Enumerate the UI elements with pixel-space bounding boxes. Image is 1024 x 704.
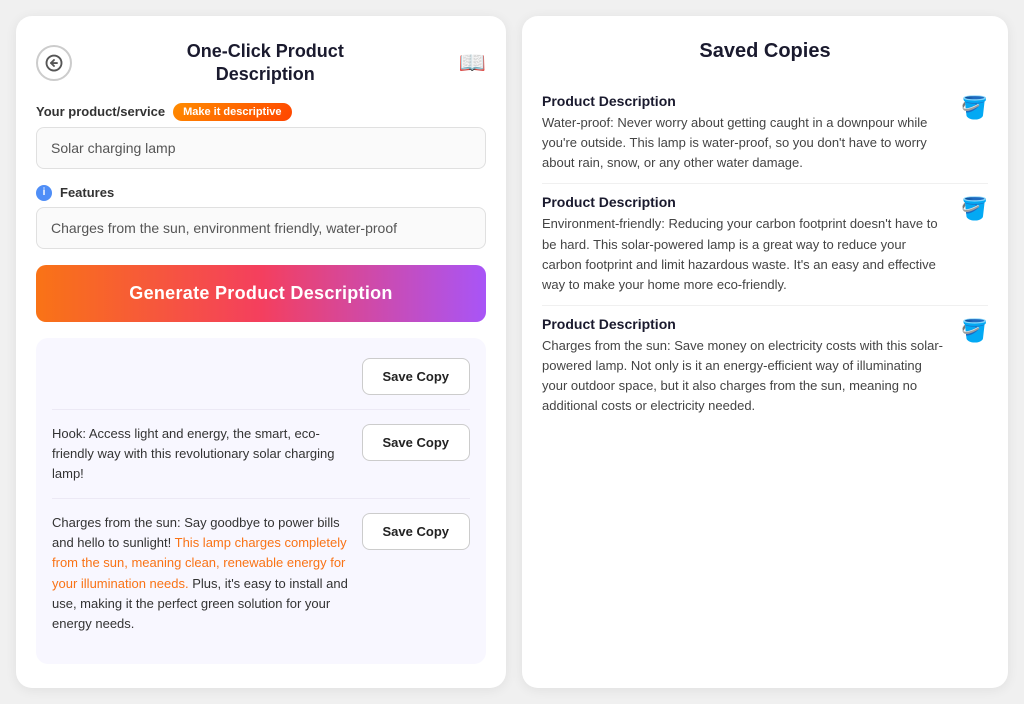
save-copy-button-2[interactable]: Save Copy — [362, 513, 470, 550]
result-row-top: Save Copy — [52, 354, 470, 410]
features-input[interactable] — [36, 207, 486, 249]
left-panel: One-Click Product Description 📖 Your pro… — [16, 16, 506, 688]
app-container: One-Click Product Description 📖 Your pro… — [16, 16, 1008, 688]
saved-copies-list: Product Description Water-proof: Never w… — [542, 83, 988, 427]
right-panel: Saved Copies Product Description Water-p… — [522, 16, 1008, 688]
result-row-2: Charges from the sun: Say goodbye to pow… — [52, 499, 470, 648]
header: One-Click Product Description 📖 — [36, 40, 486, 87]
book-icon[interactable]: 📖 — [459, 50, 486, 76]
result-row-1: Hook: Access light and energy, the smart… — [52, 410, 470, 499]
product-label: Your product/service Make it descriptive — [36, 103, 486, 121]
save-copy-button-0[interactable]: Save Copy — [362, 358, 470, 395]
saved-copy-item: Product Description Environment-friendly… — [542, 184, 988, 306]
info-icon: i — [36, 185, 52, 201]
generate-button[interactable]: Generate Product Description — [36, 265, 486, 322]
page-title: One-Click Product Description — [84, 40, 447, 87]
trash-icon[interactable]: 🪣 — [961, 318, 988, 344]
features-field-group: i Features — [36, 185, 486, 249]
saved-copy-title: Product Description — [542, 316, 949, 332]
saved-copies-title: Saved Copies — [542, 40, 988, 63]
results-area: Save Copy Hook: Access light and energy,… — [36, 338, 486, 664]
result-text-2: Charges from the sun: Say goodbye to pow… — [52, 513, 350, 634]
saved-copy-title: Product Description — [542, 194, 949, 210]
saved-copy-item: Product Description Water-proof: Never w… — [542, 83, 988, 184]
trash-icon[interactable]: 🪣 — [961, 196, 988, 222]
saved-copy-title: Product Description — [542, 93, 949, 109]
saved-copy-content: Product Description Environment-friendly… — [542, 194, 949, 295]
result-text-1: Hook: Access light and energy, the smart… — [52, 424, 350, 484]
product-input[interactable] — [36, 127, 486, 169]
features-label: i Features — [36, 185, 486, 201]
back-button[interactable] — [36, 45, 72, 81]
saved-copy-text: Charges from the sun: Save money on elec… — [542, 336, 949, 417]
product-field-group: Your product/service Make it descriptive — [36, 103, 486, 169]
make-descriptive-badge[interactable]: Make it descriptive — [173, 103, 291, 121]
saved-copy-item: Product Description Charges from the sun… — [542, 306, 988, 427]
saved-copy-content: Product Description Charges from the sun… — [542, 316, 949, 417]
saved-copy-text: Environment-friendly: Reducing your carb… — [542, 214, 949, 295]
saved-copy-text: Water-proof: Never worry about getting c… — [542, 113, 949, 173]
trash-icon[interactable]: 🪣 — [961, 95, 988, 121]
save-copy-button-1[interactable]: Save Copy — [362, 424, 470, 461]
saved-copy-content: Product Description Water-proof: Never w… — [542, 93, 949, 173]
